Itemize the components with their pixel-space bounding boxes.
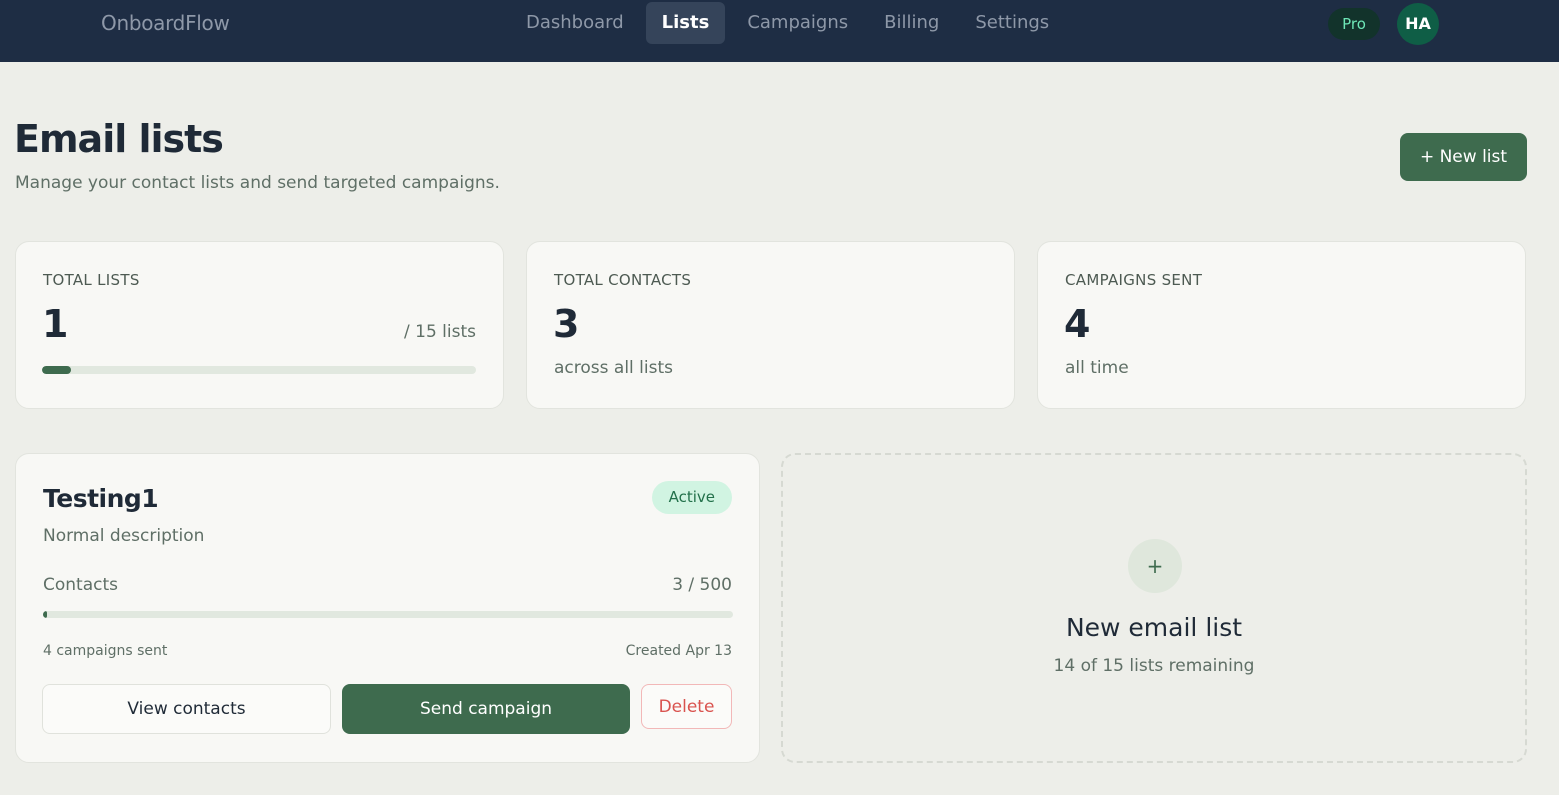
stat-label: TOTAL CONTACTS bbox=[554, 271, 692, 289]
lists-usage-bar bbox=[42, 366, 476, 374]
contacts-label: Contacts bbox=[43, 575, 118, 595]
email-list-card: Testing1 Active Normal description Conta… bbox=[15, 453, 760, 763]
nav-item-billing[interactable]: Billing bbox=[870, 2, 953, 44]
list-name[interactable]: Testing1 bbox=[43, 484, 159, 513]
created-date: Created Apr 13 bbox=[625, 643, 732, 659]
view-contacts-button[interactable]: View contacts bbox=[42, 684, 331, 734]
list-description: Normal description bbox=[43, 526, 205, 546]
main-nav: Dashboard Lists Campaigns Billing Settin… bbox=[512, 2, 1063, 45]
stat-value: 1 bbox=[42, 302, 69, 346]
page-title: Email lists bbox=[14, 117, 224, 161]
send-campaign-button[interactable]: Send campaign bbox=[342, 684, 630, 734]
new-email-list-card[interactable]: + New email list 14 of 15 lists remainin… bbox=[781, 453, 1527, 763]
contacts-count: 3 / 500 bbox=[672, 575, 732, 595]
nav-item-settings[interactable]: Settings bbox=[961, 2, 1063, 44]
campaigns-sent-count: 4 campaigns sent bbox=[43, 643, 168, 659]
new-list-title: New email list bbox=[1065, 613, 1243, 642]
contacts-usage-bar bbox=[43, 611, 733, 618]
stat-limit: / 15 lists bbox=[404, 322, 476, 342]
plan-badge: Pro bbox=[1328, 8, 1380, 40]
stat-subtext: all time bbox=[1065, 358, 1129, 378]
new-list-button[interactable]: + New list bbox=[1400, 133, 1527, 181]
top-nav-bar: OnboardFlow Dashboard Lists Campaigns Bi… bbox=[0, 0, 1559, 62]
lists-usage-bar-fill bbox=[42, 366, 71, 374]
contacts-usage-bar-fill bbox=[43, 611, 48, 618]
nav-item-lists[interactable]: Lists bbox=[645, 2, 726, 44]
brand-logo[interactable]: OnboardFlow bbox=[101, 11, 230, 35]
user-avatar[interactable]: HA bbox=[1397, 3, 1439, 45]
stat-label: CAMPAIGNS SENT bbox=[1065, 271, 1203, 289]
stat-card-campaigns-sent: CAMPAIGNS SENT 4 all time bbox=[1037, 241, 1526, 409]
stat-subtext: across all lists bbox=[554, 358, 673, 378]
stat-card-total-lists: TOTAL LISTS 1 / 15 lists bbox=[15, 241, 504, 409]
nav-item-dashboard[interactable]: Dashboard bbox=[512, 2, 638, 44]
status-badge: Active bbox=[651, 481, 732, 514]
delete-button[interactable]: Delete bbox=[641, 684, 732, 729]
page-subtitle: Manage your contact lists and send targe… bbox=[15, 173, 500, 193]
stat-card-total-contacts: TOTAL CONTACTS 3 across all lists bbox=[526, 241, 1015, 409]
stat-label: TOTAL LISTS bbox=[43, 271, 140, 289]
plus-icon: + bbox=[1128, 539, 1182, 593]
nav-item-campaigns[interactable]: Campaigns bbox=[733, 2, 862, 44]
lists-remaining: 14 of 15 lists remaining bbox=[1053, 656, 1255, 676]
stat-value: 4 bbox=[1064, 302, 1091, 346]
stat-value: 3 bbox=[553, 302, 580, 346]
